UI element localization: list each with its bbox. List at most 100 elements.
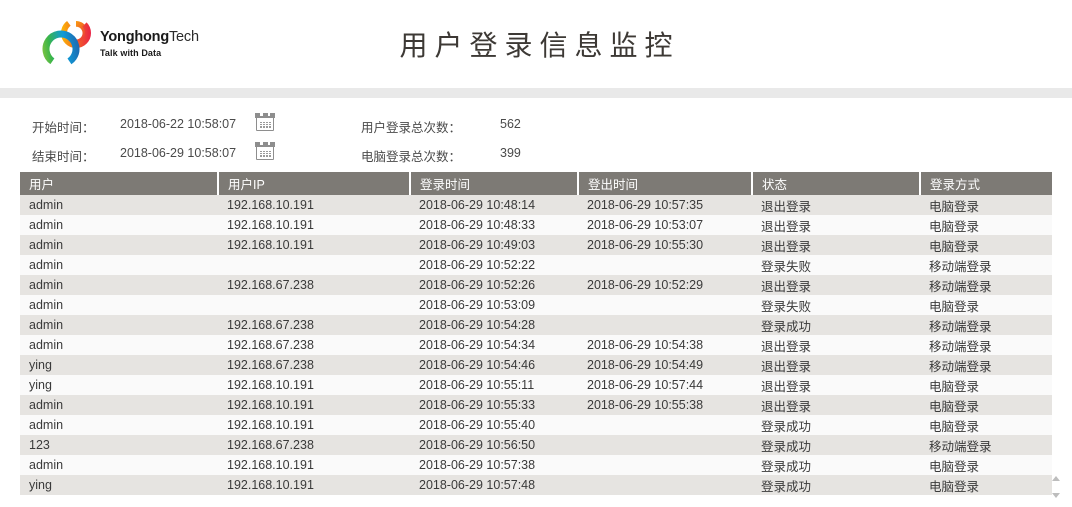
cell-user-ip: 192.168.67.238 bbox=[227, 338, 314, 352]
chevron-down-icon[interactable] bbox=[1051, 493, 1060, 498]
start-time-label: 开始时间： bbox=[32, 121, 95, 135]
table-row[interactable]: admin 192.168.10.191 2018-06-29 10:55:33 20… bbox=[20, 395, 1052, 415]
cell-user: ying bbox=[29, 378, 52, 392]
cell-user: admin bbox=[29, 458, 64, 472]
cell-user-ip: 192.168.10.191 bbox=[227, 458, 314, 472]
column-header-login-time[interactable]: 登录时间 bbox=[410, 172, 579, 195]
table-row[interactable]: admin 192.168.67.238 2018-06-29 10:54:34 20… bbox=[20, 335, 1052, 355]
column-header-user[interactable]: 用户 bbox=[20, 172, 219, 195]
cell-logout-time: 2018-06-29 10:52:29 bbox=[587, 278, 704, 292]
cell-login-time: 2018-06-29 10:54:34 bbox=[419, 338, 536, 352]
cell-login-time: 2018-06-29 10:49:03 bbox=[419, 238, 536, 252]
cell-logout-time: 2018-06-29 10:54:38 bbox=[587, 338, 704, 352]
cell-state: 登录成功 bbox=[761, 319, 812, 334]
cell-user-ip: 192.168.10.191 bbox=[227, 418, 314, 432]
cell-login-type: 移动端登录 bbox=[929, 439, 992, 454]
cell-user-ip: 192.168.67.238 bbox=[227, 318, 314, 332]
end-date-calendar-icon[interactable] bbox=[255, 140, 275, 160]
start-date-calendar-icon[interactable] bbox=[255, 111, 275, 131]
table-scroll-control[interactable] bbox=[1049, 476, 1062, 498]
cell-logout-time bbox=[578, 415, 752, 435]
chevron-up-icon[interactable] bbox=[1051, 476, 1060, 481]
cell-login-type: 电脑登录 bbox=[929, 239, 980, 254]
table-row[interactable]: admin 192.168.10.191 2018-06-29 10:55:40 登录… bbox=[20, 415, 1052, 435]
cell-login-type: 电脑登录 bbox=[929, 299, 980, 314]
cell-login-type: 电脑登录 bbox=[929, 419, 980, 434]
table-row[interactable]: admin 192.168.67.238 2018-06-29 10:54:28 登录… bbox=[20, 315, 1052, 335]
column-header-state[interactable]: 状态 bbox=[752, 172, 921, 195]
cell-state: 退出登录 bbox=[761, 379, 812, 394]
user-login-total-value: 562 bbox=[500, 117, 521, 131]
cell-state: 退出登录 bbox=[761, 239, 812, 254]
cell-logout-time bbox=[578, 475, 752, 495]
cell-login-time: 2018-06-29 10:57:48 bbox=[419, 478, 536, 492]
cell-logout-time bbox=[578, 255, 752, 275]
cell-login-time: 2018-06-29 10:53:09 bbox=[419, 298, 536, 312]
cell-login-time: 2018-06-29 10:52:22 bbox=[419, 258, 536, 272]
table-body: admin 192.168.10.191 2018-06-29 10:48:14 20… bbox=[20, 195, 1052, 495]
table-row[interactable]: admin 192.168.10.191 2018-06-29 10:48:33 20… bbox=[20, 215, 1052, 235]
cell-user: admin bbox=[29, 258, 64, 272]
cell-user: 123 bbox=[29, 438, 50, 452]
cell-user-ip bbox=[218, 295, 410, 315]
end-time-value[interactable]: 2018-06-29 10:58:07 bbox=[120, 146, 236, 160]
cell-logout-time: 2018-06-29 10:54:49 bbox=[587, 358, 704, 372]
table-row[interactable]: ying 192.168.67.238 2018-06-29 10:54:46 201… bbox=[20, 355, 1052, 375]
table-row[interactable]: admin 192.168.10.191 2018-06-29 10:49:03 20… bbox=[20, 235, 1052, 255]
cell-user-ip: 192.168.67.238 bbox=[227, 438, 314, 452]
cell-logout-time bbox=[578, 315, 752, 335]
cell-login-time: 2018-06-29 10:48:33 bbox=[419, 218, 536, 232]
cell-state: 登录成功 bbox=[761, 439, 812, 454]
cell-logout-time: 2018-06-29 10:57:35 bbox=[587, 198, 704, 212]
filter-bar: 开始时间： 2018-06-22 10:58:07 结束时间： 2018-06-… bbox=[0, 98, 1072, 170]
cell-logout-time bbox=[578, 455, 752, 475]
cell-user: ying bbox=[29, 358, 52, 372]
cell-user: admin bbox=[29, 298, 64, 312]
column-header-user-ip[interactable]: 用户IP bbox=[218, 172, 411, 195]
table-row[interactable]: ying 192.168.10.191 2018-06-29 10:57:48 登录成… bbox=[20, 475, 1052, 495]
cell-user: ying bbox=[29, 478, 52, 492]
cell-login-type: 电脑登录 bbox=[929, 379, 980, 394]
cell-state: 登录成功 bbox=[761, 419, 812, 434]
cell-state: 登录成功 bbox=[761, 479, 812, 494]
cell-login-type: 电脑登录 bbox=[929, 459, 980, 474]
pc-login-total-value: 399 bbox=[500, 146, 521, 160]
cell-login-type: 电脑登录 bbox=[929, 199, 980, 214]
cell-state: 登录成功 bbox=[761, 459, 812, 474]
cell-login-time: 2018-06-29 10:54:28 bbox=[419, 318, 536, 332]
cell-login-type: 移动端登录 bbox=[929, 279, 992, 294]
cell-login-type: 移动端登录 bbox=[929, 339, 992, 354]
table-row[interactable]: 123 192.168.67.238 2018-06-29 10:56:50 登录成功… bbox=[20, 435, 1052, 455]
banner-divider bbox=[0, 88, 1072, 98]
cell-user: admin bbox=[29, 218, 64, 232]
cell-state: 退出登录 bbox=[761, 279, 812, 294]
cell-user: admin bbox=[29, 198, 64, 212]
table-row[interactable]: admin 2018-06-29 10:52:22 登录失败 移动端登录 bbox=[20, 255, 1052, 275]
table-row[interactable]: admin 192.168.10.191 2018-06-29 10:48:14 20… bbox=[20, 195, 1052, 215]
cell-state: 登录失败 bbox=[761, 259, 812, 274]
table-row[interactable]: admin 2018-06-29 10:53:09 登录失败 电脑登录 bbox=[20, 295, 1052, 315]
cell-user: admin bbox=[29, 238, 64, 252]
cell-login-time: 2018-06-29 10:57:38 bbox=[419, 458, 536, 472]
cell-user-ip: 192.168.10.191 bbox=[227, 238, 314, 252]
cell-state: 退出登录 bbox=[761, 199, 812, 214]
table-row[interactable]: admin 192.168.67.238 2018-06-29 10:52:26 20… bbox=[20, 275, 1052, 295]
cell-logout-time bbox=[578, 295, 752, 315]
cell-login-type: 移动端登录 bbox=[929, 359, 992, 374]
table-row[interactable]: ying 192.168.10.191 2018-06-29 10:55:11 201… bbox=[20, 375, 1052, 395]
column-header-logout-time[interactable]: 登出时间 bbox=[578, 172, 753, 195]
cell-user-ip: 192.168.10.191 bbox=[227, 378, 314, 392]
start-time-value[interactable]: 2018-06-22 10:58:07 bbox=[120, 117, 236, 131]
table-row[interactable]: admin 192.168.10.191 2018-06-29 10:57:38 登录… bbox=[20, 455, 1052, 475]
cell-user-ip: 192.168.10.191 bbox=[227, 218, 314, 232]
cell-login-time: 2018-06-29 10:55:40 bbox=[419, 418, 536, 432]
cell-user-ip: 192.168.10.191 bbox=[227, 198, 314, 212]
cell-login-type: 移动端登录 bbox=[929, 319, 992, 334]
cell-login-time: 2018-06-29 10:52:26 bbox=[419, 278, 536, 292]
cell-login-time: 2018-06-29 10:48:14 bbox=[419, 198, 536, 212]
cell-login-time: 2018-06-29 10:55:11 bbox=[419, 378, 535, 392]
column-header-login-type[interactable]: 登录方式 bbox=[920, 172, 1052, 195]
cell-logout-time: 2018-06-29 10:55:38 bbox=[587, 398, 704, 412]
login-records-table[interactable]: 用户 用户IP 登录时间 登出时间 状态 登录方式 admin 192.168.1… bbox=[20, 172, 1052, 495]
cell-user: admin bbox=[29, 418, 64, 432]
